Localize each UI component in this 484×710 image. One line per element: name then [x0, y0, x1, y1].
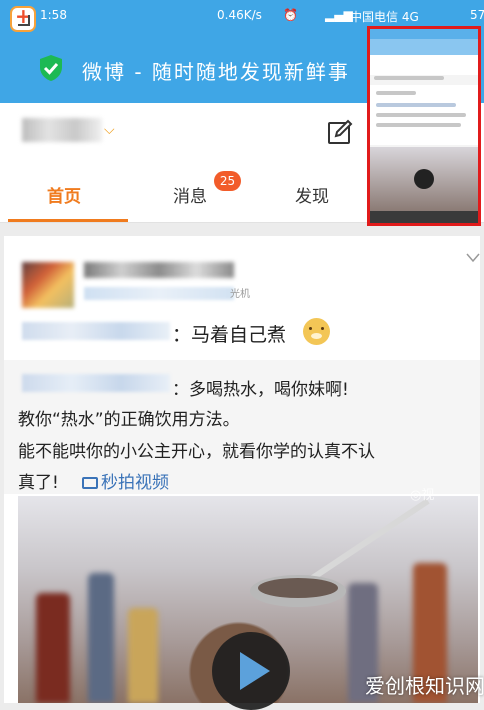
- post-text: ：马着自己煮: [172, 324, 287, 346]
- retweet-text-line: 能不能哄你的小公主开心，就看你学的认真不认: [18, 442, 375, 462]
- floating-plus-icon[interactable]: [10, 4, 36, 32]
- thumbnail-line: [376, 123, 461, 127]
- status-carrier: 中国电信 4G: [350, 10, 419, 24]
- retweet-text-line: ：多喝热水，喝你妹啊!: [172, 380, 349, 400]
- tab-messages[interactable]: 消息: [173, 182, 207, 207]
- alarm-icon: ⏰: [283, 8, 298, 22]
- battery-level: 57: [470, 8, 484, 22]
- site-watermark: 爱创根知识网: [365, 674, 484, 698]
- avatar[interactable]: [22, 262, 74, 308]
- messages-badge: 25: [214, 171, 241, 191]
- post-meta: 光机: [230, 289, 250, 300]
- ladle-graphic: [250, 498, 430, 607]
- video-watermark-top: ◎视: [410, 488, 435, 503]
- chevron-down-icon[interactable]: ⌵: [104, 122, 120, 138]
- post-meta-blurred: [84, 287, 234, 300]
- status-time: 1:58: [40, 8, 67, 22]
- thumbnail-line: [376, 91, 416, 95]
- video-link-label: 秒拍视频: [101, 473, 169, 493]
- video-background-object: [36, 593, 70, 703]
- thumbnail-status-bar: [370, 29, 478, 39]
- thumbnail-banner: [370, 39, 478, 55]
- chevron-down-icon[interactable]: [466, 252, 480, 264]
- active-tab-indicator: [8, 219, 128, 222]
- thumbnail-line: [376, 113, 466, 117]
- banner-title: 微博 - 随时随地发现新鲜事: [82, 60, 350, 84]
- thumbnail-header: [370, 55, 478, 75]
- play-button[interactable]: [212, 632, 290, 710]
- thumbnail-play-icon: [414, 169, 434, 189]
- mention-blurred[interactable]: [22, 322, 170, 340]
- highlighted-screen-thumbnail: [367, 26, 481, 226]
- post-author-blurred[interactable]: [84, 262, 234, 278]
- account-name-blurred[interactable]: [22, 118, 102, 142]
- tab-discover[interactable]: 发现: [295, 182, 329, 207]
- video-camera-icon: [82, 477, 98, 489]
- tab-home[interactable]: 首页: [47, 182, 81, 207]
- signal-icon: ▂▄▆: [325, 8, 353, 22]
- retweet-author-blurred[interactable]: [22, 374, 170, 392]
- video-background-object: [128, 608, 158, 703]
- shield-check-icon: [40, 55, 62, 81]
- retweet-text-line: 教你“热水”的正确饮用方法。: [18, 410, 240, 430]
- dog-emoji-icon: [303, 318, 330, 345]
- compose-icon[interactable]: [326, 118, 354, 146]
- thumbnail-nav-bar: [370, 211, 478, 223]
- video-background-object: [88, 573, 114, 703]
- video-link[interactable]: 秒拍视频: [82, 468, 169, 493]
- thumbnail-line: [374, 76, 444, 80]
- retweet-text-line: 真了!: [18, 473, 59, 493]
- thumbnail-line: [376, 103, 456, 107]
- status-speed: 0.46K/s: [217, 8, 262, 22]
